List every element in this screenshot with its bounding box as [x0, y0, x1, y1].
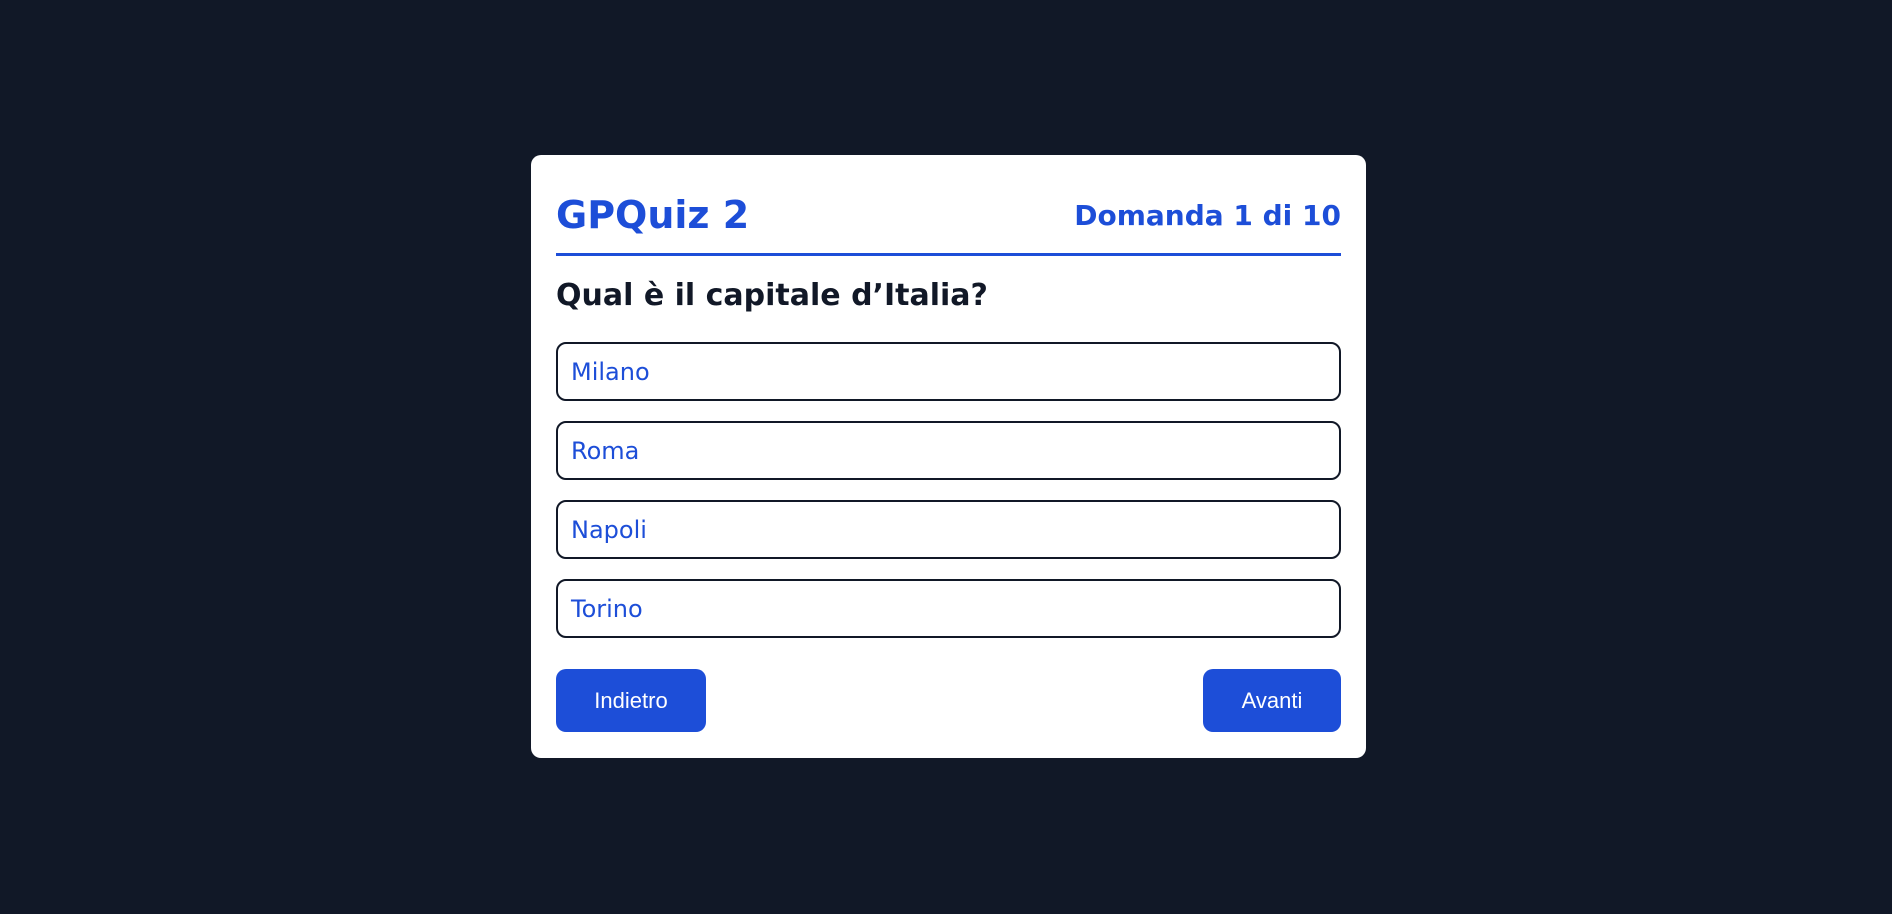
next-button[interactable]: Avanti	[1203, 669, 1341, 732]
quiz-header: GPQuiz 2 Domanda 1 di 10	[556, 193, 1341, 256]
quiz-title: GPQuiz 2	[556, 193, 750, 237]
answer-options: Milano Roma Napoli Torino	[556, 342, 1341, 658]
answer-option-napoli[interactable]: Napoli	[556, 500, 1341, 559]
quiz-card: GPQuiz 2 Domanda 1 di 10 Qual è il capit…	[531, 155, 1366, 758]
answer-option-roma[interactable]: Roma	[556, 421, 1341, 480]
back-button[interactable]: Indietro	[556, 669, 706, 732]
question-text: Qual è il capitale d’Italia?	[556, 278, 988, 313]
answer-option-milano[interactable]: Milano	[556, 342, 1341, 401]
answer-option-torino[interactable]: Torino	[556, 579, 1341, 638]
question-counter: Domanda 1 di 10	[1074, 199, 1341, 232]
